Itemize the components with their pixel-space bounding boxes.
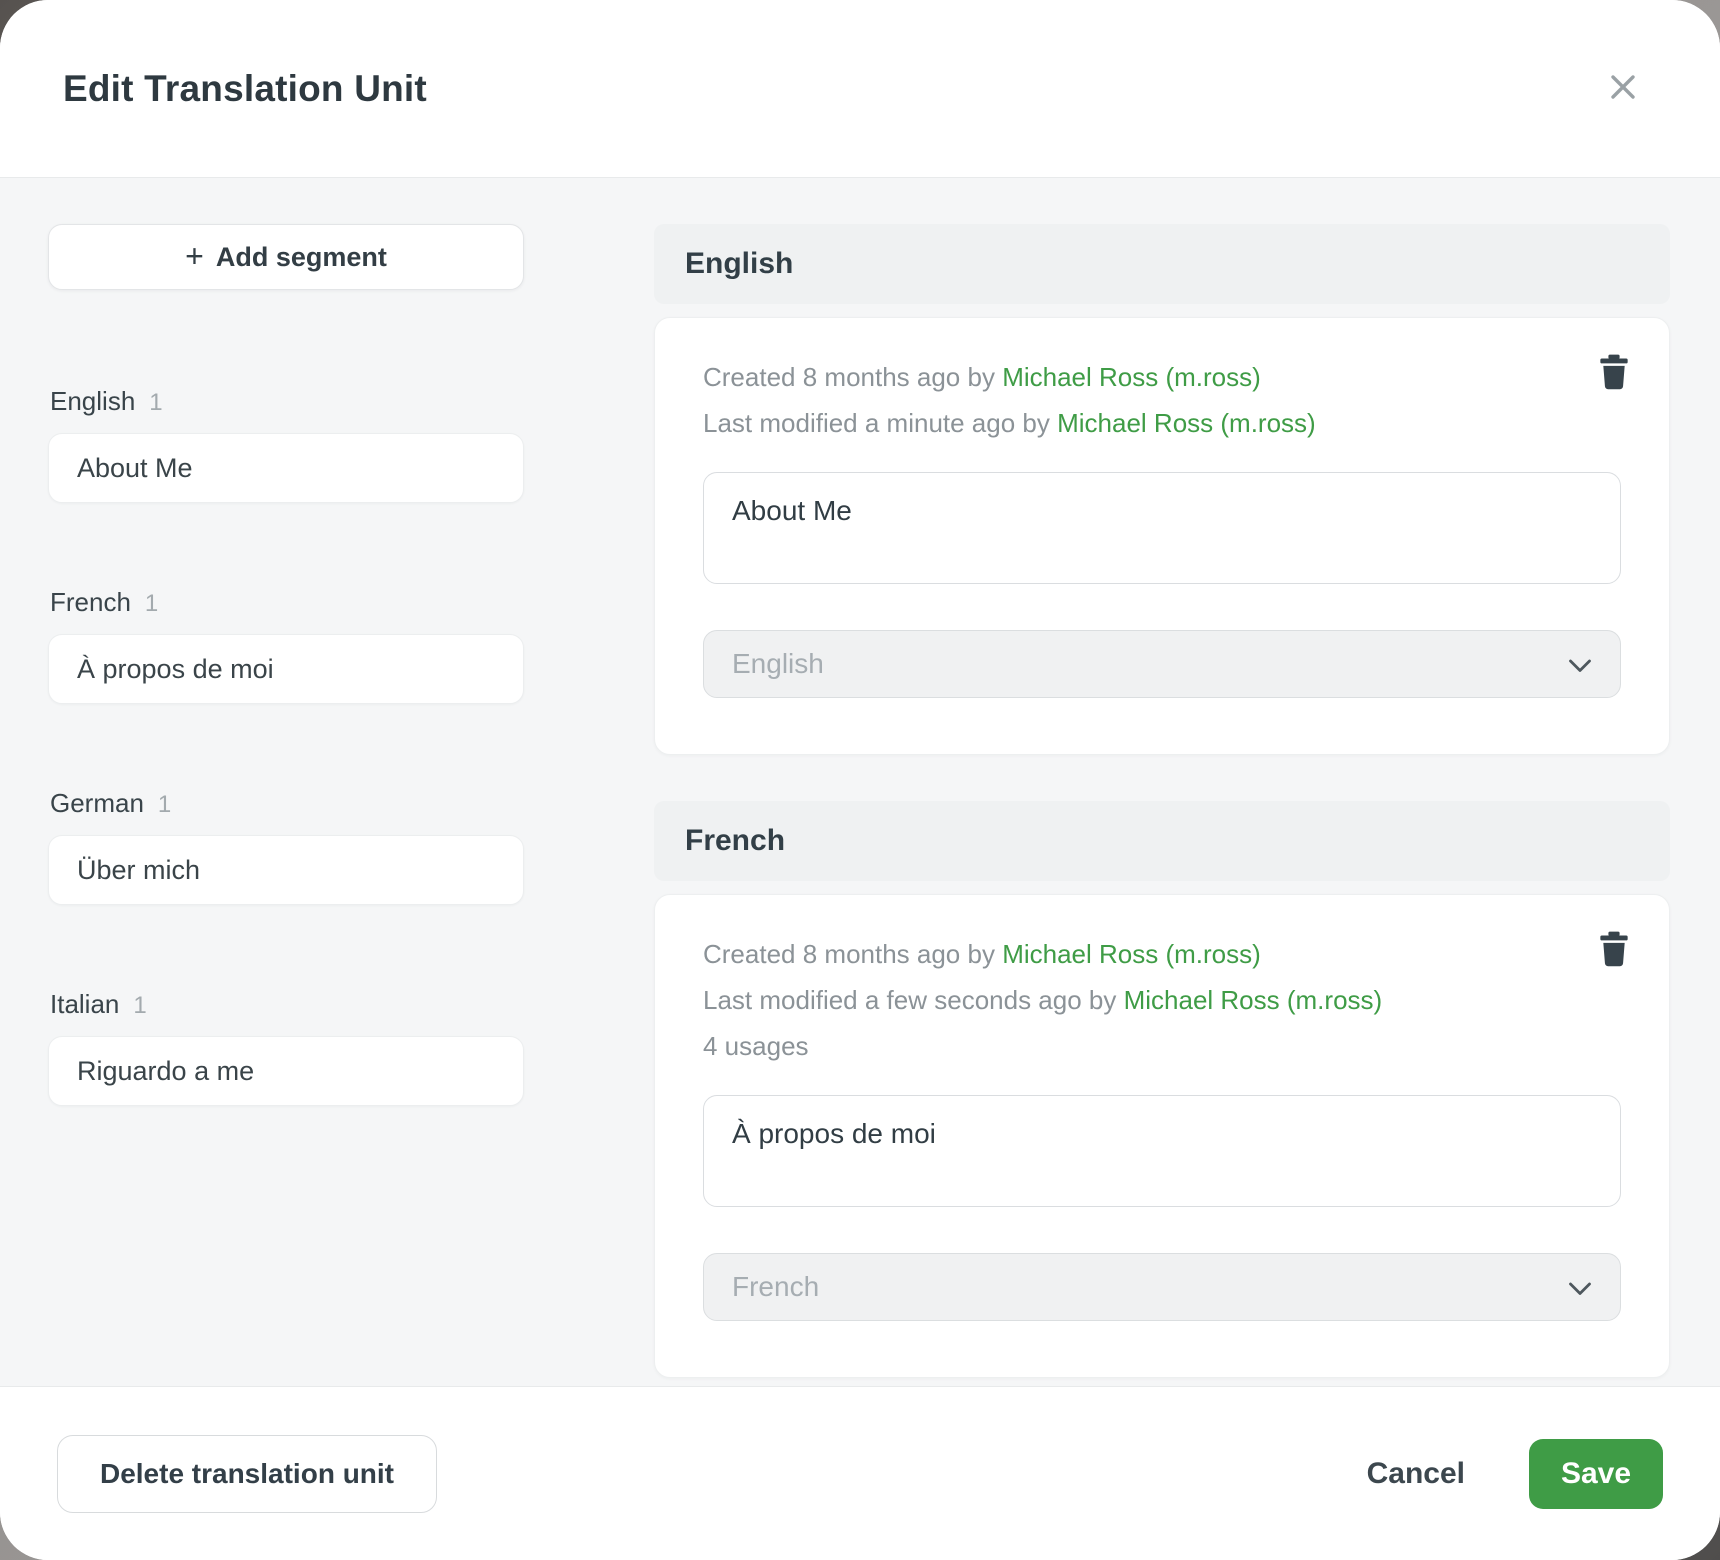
footer-actions: Cancel Save (1367, 1439, 1663, 1509)
delete-translation-unit-button[interactable]: Delete translation unit (57, 1435, 437, 1513)
language-select[interactable]: English (703, 630, 1621, 698)
segment-label-row: German 1 (48, 788, 524, 819)
language-select-value: English (732, 648, 824, 680)
save-button[interactable]: Save (1529, 1439, 1663, 1509)
segment-label-row: French 1 (48, 587, 524, 618)
modified-line: Last modified a minute ago by Michael Ro… (703, 400, 1621, 446)
language-select[interactable]: French (703, 1253, 1621, 1321)
segment-count: 1 (133, 992, 146, 1020)
modified-user-link[interactable]: Michael Ross (m.ross) (1057, 408, 1316, 438)
language-select-value: French (732, 1271, 819, 1303)
segment-language-label: German (50, 788, 144, 819)
segment-group-english: English 1 About Me (48, 386, 524, 503)
plus-icon: + (185, 238, 204, 275)
segment-card-french[interactable]: À propos de moi (48, 634, 524, 704)
segments-sidebar: + Add segment English 1 About Me French … (48, 224, 524, 1386)
modified-prefix: Last modified a minute ago by (703, 408, 1057, 438)
delete-segment-button[interactable] (1593, 348, 1635, 399)
created-user-link[interactable]: Michael Ross (m.ross) (1002, 939, 1261, 969)
panel-card: Created 8 months ago by Michael Ross (m.… (654, 894, 1670, 1378)
segment-group-italian: Italian 1 Riguardo a me (48, 989, 524, 1106)
segment-text-input[interactable]: About Me (703, 472, 1621, 584)
segment-language-label: Italian (50, 989, 119, 1020)
cancel-button[interactable]: Cancel (1367, 1457, 1465, 1491)
created-line: Created 8 months ago by Michael Ross (m.… (703, 354, 1621, 400)
dialog-footer: Delete translation unit Cancel Save (0, 1386, 1720, 1560)
panel-card: Created 8 months ago by Michael Ross (m.… (654, 317, 1670, 755)
segment-language-label: French (50, 587, 131, 618)
chevron-down-icon (1568, 648, 1592, 680)
segment-card-italian[interactable]: Riguardo a me (48, 1036, 524, 1106)
usages-line: 4 usages (703, 1023, 1621, 1069)
segment-editors: English Created 8 months ago by Michael … (654, 224, 1670, 1386)
segment-card-english[interactable]: About Me (48, 433, 524, 503)
add-segment-button[interactable]: + Add segment (48, 224, 524, 290)
modified-line: Last modified a few seconds ago by Micha… (703, 977, 1621, 1023)
dialog-body: + Add segment English 1 About Me French … (0, 178, 1720, 1386)
created-prefix: Created 8 months ago by (703, 939, 1002, 969)
segment-count: 1 (149, 389, 162, 417)
created-prefix: Created 8 months ago by (703, 362, 1002, 392)
close-icon (1606, 70, 1640, 107)
modified-prefix: Last modified a few seconds ago by (703, 985, 1124, 1015)
segment-count: 1 (158, 791, 171, 819)
segment-label-row: Italian 1 (48, 989, 524, 1020)
segment-card-german[interactable]: Über mich (48, 835, 524, 905)
close-button[interactable] (1598, 62, 1648, 115)
trash-icon (1599, 354, 1629, 393)
delete-segment-button[interactable] (1593, 925, 1635, 976)
segment-language-label: English (50, 386, 135, 417)
segment-label-row: English 1 (48, 386, 524, 417)
add-segment-label: Add segment (216, 242, 387, 273)
page-title: Edit Translation Unit (63, 68, 427, 110)
segment-group-german: German 1 Über mich (48, 788, 524, 905)
edit-translation-unit-dialog: Edit Translation Unit + Add segment Engl… (0, 0, 1720, 1560)
panel-header: French (654, 801, 1670, 881)
panel-english: English Created 8 months ago by Michael … (654, 224, 1670, 755)
segment-group-french: French 1 À propos de moi (48, 587, 524, 704)
created-line: Created 8 months ago by Michael Ross (m.… (703, 931, 1621, 977)
dialog-header: Edit Translation Unit (0, 0, 1720, 178)
segment-count: 1 (145, 590, 158, 618)
panel-french: French Created 8 months ago by Michael R… (654, 801, 1670, 1378)
trash-icon (1599, 931, 1629, 970)
created-user-link[interactable]: Michael Ross (m.ross) (1002, 362, 1261, 392)
chevron-down-icon (1568, 1271, 1592, 1303)
segment-text-input[interactable]: À propos de moi (703, 1095, 1621, 1207)
modified-user-link[interactable]: Michael Ross (m.ross) (1124, 985, 1383, 1015)
panel-header: English (654, 224, 1670, 304)
